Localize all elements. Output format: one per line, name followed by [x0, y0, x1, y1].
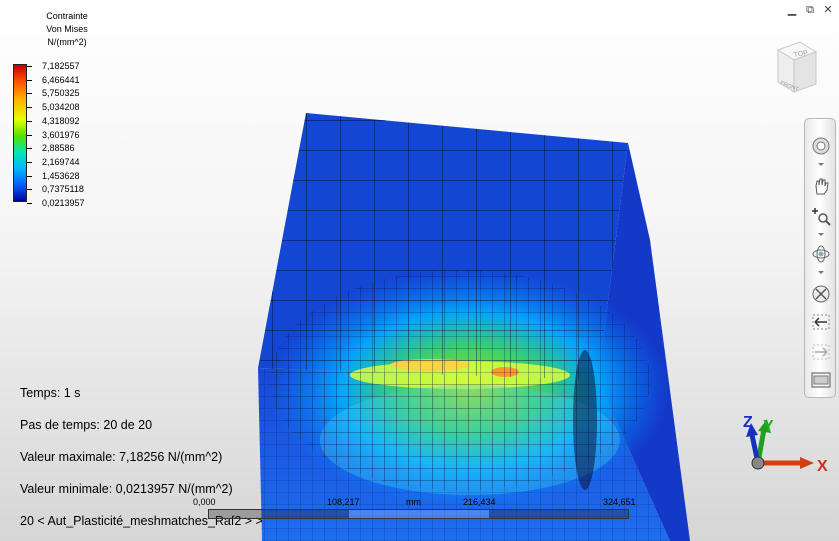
legend-value: 5,034208	[42, 102, 80, 113]
restore-icon[interactable]: ⧉	[804, 4, 816, 16]
y-axis-label: Y	[763, 418, 774, 435]
z-axis-label: Z	[743, 415, 753, 431]
scale-label-0: 0,000	[193, 497, 216, 507]
3d-viewport[interactable]: Contrainte Von Mises N/(mm^2) 7,182557 6,…	[0, 0, 839, 541]
next-view-icon[interactable]	[810, 341, 832, 363]
legend-value: 5,750325	[42, 88, 80, 99]
legend-tick	[27, 107, 32, 109]
legend-tick	[27, 66, 32, 67]
close-icon[interactable]: ✕	[822, 4, 834, 16]
legend-tick	[27, 203, 32, 204]
legend-color-bar	[13, 64, 27, 202]
previous-view-icon[interactable]	[810, 311, 832, 333]
scale-label-2: 216,434	[463, 497, 496, 507]
orbit-icon[interactable]	[810, 243, 832, 265]
legend-tick	[27, 120, 32, 122]
x-axis-label: X	[817, 458, 828, 475]
view-window-icon[interactable]	[810, 369, 832, 391]
scale-label-1: 108,217	[327, 497, 360, 507]
scale-bar	[208, 509, 629, 519]
step-label: Pas de temps: 20 de 20	[20, 418, 153, 432]
look-at-icon[interactable]	[810, 283, 832, 305]
scale-label-3: 324,651	[603, 497, 636, 507]
legend-value: 6,466441	[42, 74, 80, 85]
legend-tick	[27, 189, 32, 191]
legend-tick	[27, 175, 32, 177]
viewcube[interactable]: TOP FRONT	[770, 38, 820, 96]
legend-tick	[27, 148, 32, 150]
legend-value: 2,169744	[42, 156, 80, 167]
axis-triad: X Y Z	[743, 415, 828, 475]
min-value-label: Valeur minimale: 0,0213957 N/(mm^2)	[20, 482, 233, 496]
legend-value: 0,0213957	[42, 198, 85, 208]
legend-value: 2,88586	[42, 143, 75, 154]
legend-tick	[27, 79, 32, 81]
legend-subtitle: Von Mises	[46, 24, 88, 34]
legend-value: 0,7375118	[42, 184, 84, 195]
zoom-icon[interactable]	[810, 205, 832, 227]
legend-tick	[27, 134, 32, 136]
time-label: Temps: 1 s	[20, 386, 81, 400]
legend-value: 1,453628	[42, 170, 80, 181]
legend-value: 3,601976	[42, 129, 80, 140]
legend-tick	[27, 93, 32, 95]
pan-hand-icon[interactable]	[810, 175, 832, 197]
steering-wheel-icon[interactable]	[810, 135, 832, 157]
legend-unit: N/(mm^2)	[47, 37, 87, 47]
minimize-icon[interactable]: ▁	[786, 4, 798, 16]
legend-value: 7,182557	[42, 61, 80, 71]
navigation-bar	[804, 118, 836, 398]
legend-title: Contrainte	[46, 11, 88, 21]
max-value-label: Valeur maximale: 7,18256 N/(mm^2)	[20, 450, 223, 464]
legend-value: 4,318092	[42, 115, 80, 126]
scale-unit: mm	[406, 497, 421, 507]
legend-tick	[27, 161, 32, 163]
